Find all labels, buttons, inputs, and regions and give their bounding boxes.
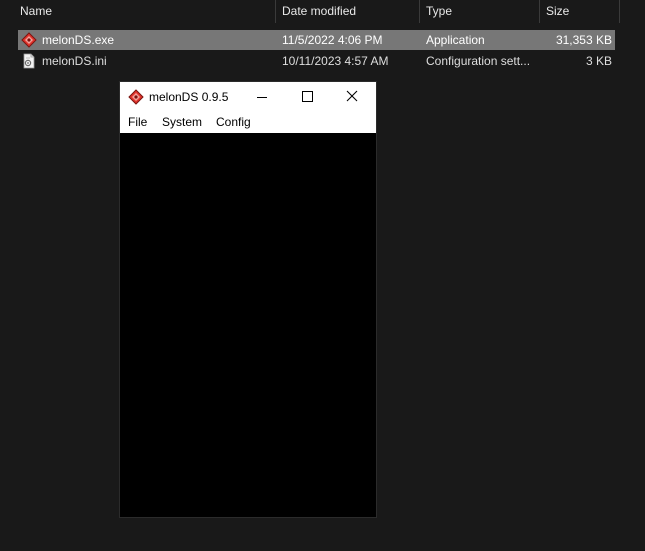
file-name: melonDS.exe (42, 33, 115, 47)
column-header-name-label: Name (20, 4, 53, 18)
column-header-type-label: Type (426, 4, 453, 18)
config-file-icon (23, 53, 35, 69)
window-titlebar[interactable]: melonDS 0.9.5 (120, 82, 376, 112)
column-header-type[interactable]: Type (420, 0, 540, 23)
minimize-icon (257, 97, 267, 98)
close-button[interactable] (330, 82, 374, 112)
file-date: 10/11/2023 4:57 AM (282, 54, 389, 68)
file-size: 31,353 KB (555, 33, 612, 47)
file-date: 11/5/2022 4:06 PM (282, 33, 383, 47)
file-row-melonds-ini[interactable]: melonDS.ini 10/11/2023 4:57 AM Configura… (18, 51, 615, 71)
column-header-row: Name ^ Date modified Type Size (0, 0, 620, 24)
menu-file[interactable]: File (121, 112, 154, 133)
sort-ascending-icon: ^ (140, 0, 145, 5)
column-header-size-label: Size (546, 4, 570, 18)
file-type: Application (426, 33, 485, 47)
file-size: 3 KB (585, 54, 612, 68)
melonds-window[interactable]: melonDS 0.9.5 File System Config (120, 82, 376, 517)
column-header-name[interactable]: Name (14, 0, 276, 23)
melonds-app-icon (128, 89, 144, 105)
maximize-button[interactable] (285, 82, 329, 112)
emulator-screen[interactable] (120, 133, 376, 517)
menu-system[interactable]: System (155, 112, 209, 133)
column-header-size[interactable]: Size (540, 0, 620, 23)
melonds-app-icon (21, 32, 37, 48)
file-name: melonDS.ini (42, 54, 107, 68)
maximize-icon (302, 91, 313, 102)
column-divider[interactable] (619, 0, 620, 23)
column-header-date-label: Date modified (282, 4, 357, 18)
close-icon (346, 90, 358, 102)
window-menubar: File System Config (120, 112, 376, 133)
file-row-melonds-exe[interactable]: melonDS.exe 11/5/2022 4:06 PM Applicatio… (18, 30, 615, 50)
minimize-button[interactable] (240, 82, 284, 112)
window-title: melonDS 0.9.5 (149, 90, 229, 104)
column-header-date[interactable]: Date modified (276, 0, 420, 23)
file-type: Configuration sett... (426, 54, 531, 68)
menu-config[interactable]: Config (209, 112, 258, 133)
